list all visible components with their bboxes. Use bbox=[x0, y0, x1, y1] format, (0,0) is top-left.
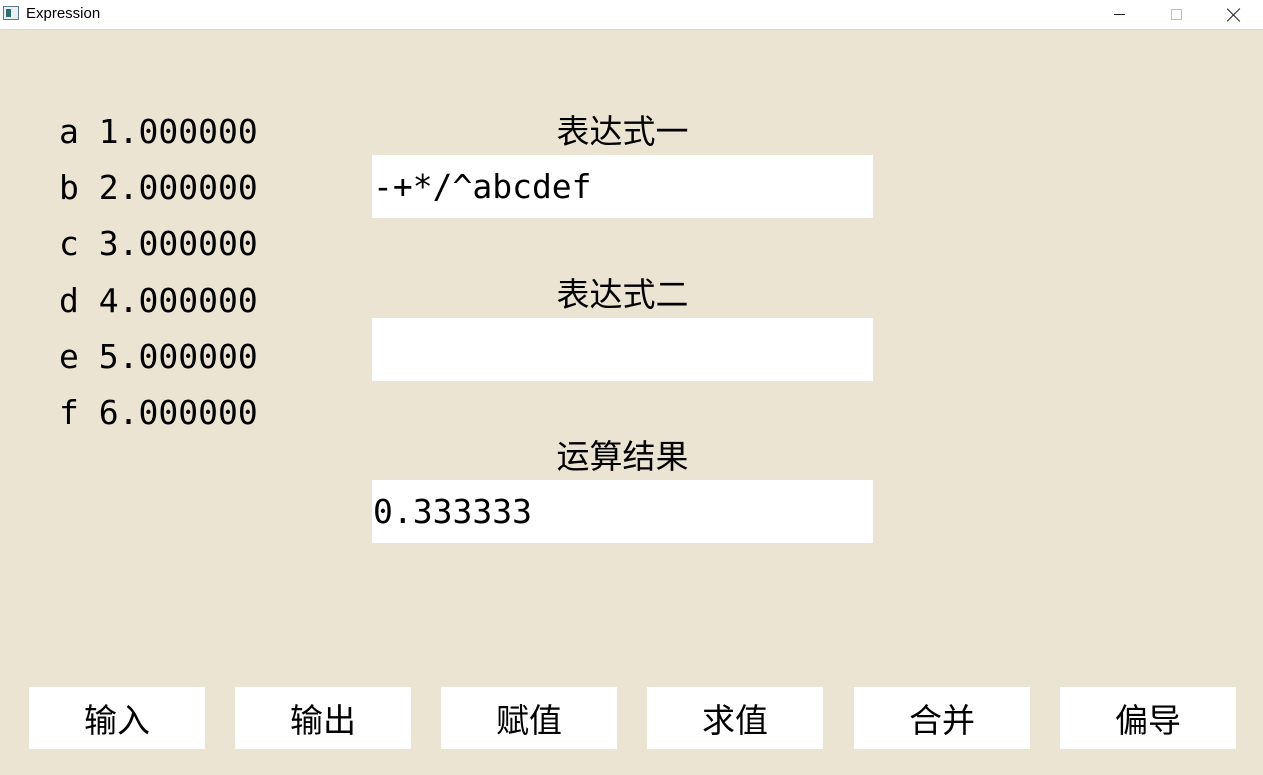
variable-name: f bbox=[59, 393, 79, 432]
variable-name: e bbox=[59, 337, 79, 376]
variable-row-c: c 3.000000 bbox=[59, 224, 258, 264]
title-bar: Expression bbox=[0, 0, 1263, 30]
window-title: Expression bbox=[26, 5, 101, 22]
variable-row-a: a 1.000000 bbox=[59, 112, 258, 152]
expression2-field[interactable] bbox=[372, 318, 873, 381]
variable-value: 2.000000 bbox=[98, 168, 258, 207]
variable-row-e: e 5.000000 bbox=[59, 337, 258, 377]
expression1-field[interactable]: -+*/^abcdef bbox=[372, 155, 873, 218]
variable-value: 6.000000 bbox=[98, 393, 258, 432]
evaluate-button[interactable]: 求值 bbox=[647, 687, 823, 749]
merge-button[interactable]: 合并 bbox=[854, 687, 1030, 749]
minimize-icon bbox=[1113, 14, 1125, 15]
expression2-label: 表达式二 bbox=[556, 275, 689, 314]
variable-name: d bbox=[59, 281, 79, 320]
output-button[interactable]: 输出 bbox=[235, 687, 411, 749]
maximize-button[interactable] bbox=[1147, 0, 1205, 29]
maximize-icon bbox=[1170, 9, 1182, 20]
close-icon bbox=[1227, 8, 1241, 22]
minimize-button[interactable] bbox=[1090, 0, 1148, 29]
partial-derivative-button[interactable]: 偏导 bbox=[1060, 687, 1236, 749]
variable-row-b: b 2.000000 bbox=[59, 168, 258, 208]
variable-name: a bbox=[59, 112, 79, 151]
close-button[interactable] bbox=[1205, 0, 1263, 29]
result-field[interactable]: 0.333333 bbox=[372, 480, 873, 543]
variable-name: c bbox=[59, 224, 79, 263]
variable-value: 1.000000 bbox=[98, 112, 258, 151]
variable-row-d: d 4.000000 bbox=[59, 281, 258, 321]
assign-button[interactable]: 赋值 bbox=[441, 687, 617, 749]
variable-value: 3.000000 bbox=[98, 224, 258, 263]
app-icon bbox=[3, 6, 19, 20]
variable-value: 4.000000 bbox=[98, 281, 258, 320]
variable-name: b bbox=[59, 168, 79, 207]
variable-row-f: f 6.000000 bbox=[59, 393, 258, 433]
result-label: 运算结果 bbox=[556, 437, 689, 476]
variable-value: 5.000000 bbox=[98, 337, 258, 376]
input-button[interactable]: 输入 bbox=[29, 687, 205, 749]
expression1-label: 表达式一 bbox=[556, 112, 689, 151]
